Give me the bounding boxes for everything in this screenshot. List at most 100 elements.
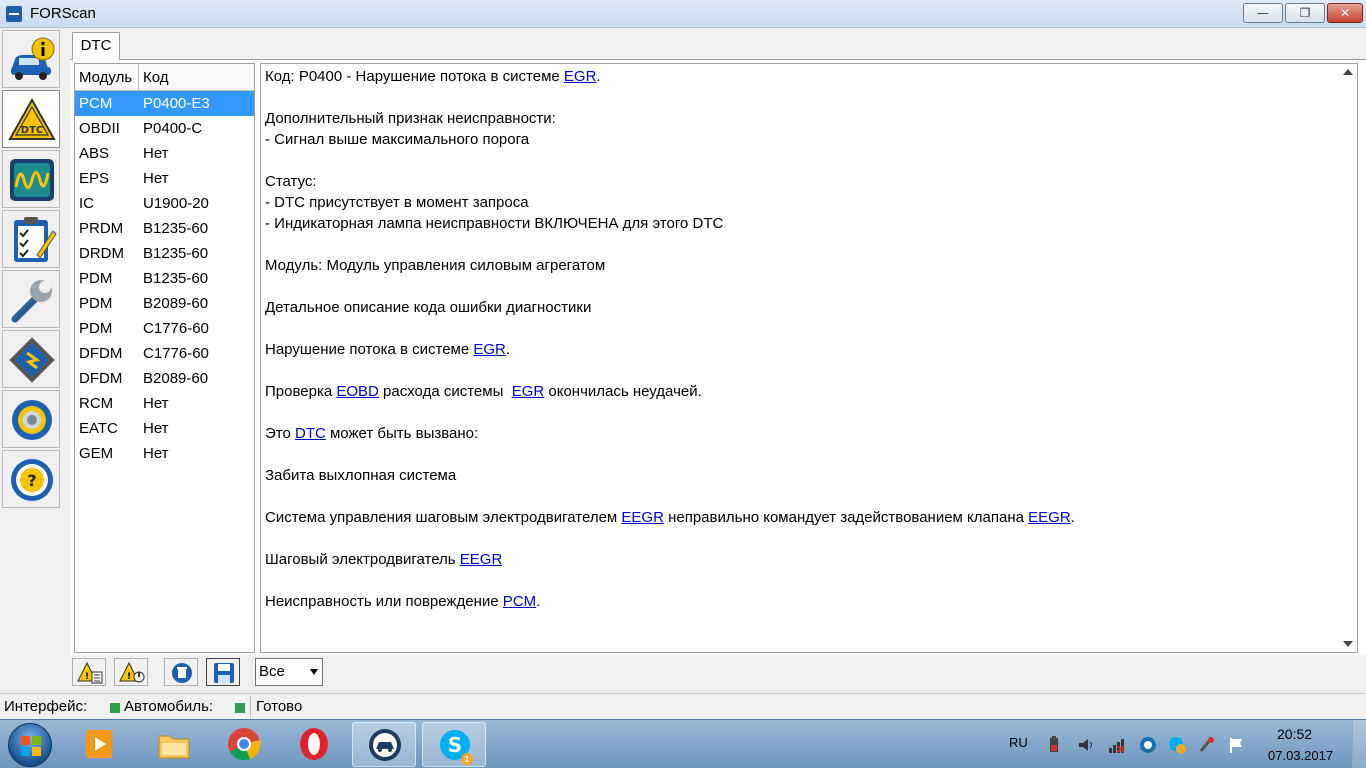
close-button[interactable]: ✕ xyxy=(1327,3,1363,23)
action-center-flag-icon[interactable] xyxy=(1228,736,1246,754)
dtc-table-row[interactable]: OBDII P0400-C xyxy=(75,116,254,141)
eegr-link[interactable]: EEGR xyxy=(1028,509,1071,526)
dtc-table-row[interactable]: DFDM B2089-60 xyxy=(75,366,254,391)
battery-icon[interactable] xyxy=(1045,736,1063,754)
maximize-button[interactable]: ❐ xyxy=(1285,3,1325,23)
egr-link[interactable]: EGR xyxy=(512,383,545,400)
volume-icon[interactable] xyxy=(1077,736,1095,754)
dtc-table-row[interactable]: DFDM C1776-60 xyxy=(75,341,254,366)
taskbar-media-player[interactable] xyxy=(68,722,132,767)
dtc-detail-pane: Код: P0400 - Нарушение потока в системе … xyxy=(260,63,1358,653)
dtc-table-row[interactable]: PDM B1235-60 xyxy=(75,266,254,291)
dtc-table-row[interactable]: IC U1900-20 xyxy=(75,191,254,216)
detail-text: . xyxy=(505,341,511,358)
dtc-table-header: Модуль Код xyxy=(75,64,254,91)
taskbar-file-explorer[interactable] xyxy=(142,722,206,767)
taskbar-chrome[interactable] xyxy=(212,722,276,767)
tab-dtc[interactable]: DTC xyxy=(72,32,120,60)
clear-dtc-button[interactable]: ! xyxy=(114,658,148,686)
column-header-code[interactable]: Код xyxy=(139,64,169,90)
vertical-scrollbar[interactable] xyxy=(1340,64,1357,652)
dtc-table-row[interactable]: PCM P0400-E3 xyxy=(75,91,254,116)
svg-text:!: ! xyxy=(85,672,89,682)
dtc-table-row[interactable]: ABS Нет xyxy=(75,141,254,166)
eegr-link[interactable]: EEGR xyxy=(621,509,664,526)
show-desktop-button[interactable] xyxy=(1352,720,1366,768)
dtc-module-cell: PCM xyxy=(79,95,113,112)
start-button[interactable] xyxy=(8,723,52,767)
dtc-module-cell: PRDM xyxy=(79,220,124,237)
dtc-table-row[interactable]: RCM Нет xyxy=(75,391,254,416)
wrench-icon xyxy=(11,280,52,323)
dtc-code-cell: Нет xyxy=(143,395,169,412)
dtc-table-row[interactable]: EPS Нет xyxy=(75,166,254,191)
delete-button[interactable] xyxy=(164,658,198,686)
svg-text:S: S xyxy=(448,733,462,757)
help-button[interactable]: ? xyxy=(2,450,60,508)
oscilloscope-icon xyxy=(10,159,54,201)
dtc-button[interactable]: DTC xyxy=(2,90,60,148)
network-icon[interactable] xyxy=(1108,736,1126,754)
dtc-table-row[interactable]: GEM Нет xyxy=(75,441,254,466)
vehicle-info-button[interactable] xyxy=(2,30,60,88)
dtc-module-cell: DFDM xyxy=(79,370,123,387)
dtc-table-row[interactable]: PRDM B1235-60 xyxy=(75,216,254,241)
eegr-link[interactable]: EEGR xyxy=(460,551,503,568)
dtc-code-cell: P0400-C xyxy=(143,120,203,137)
service-functions-button[interactable] xyxy=(2,270,60,328)
clock-date[interactable]: 07.03.2017 xyxy=(1268,748,1333,763)
settings-button[interactable] xyxy=(2,390,60,448)
detail-text: окончилась неудачей. xyxy=(544,383,702,400)
taskbar-forscan[interactable] xyxy=(352,722,416,767)
dtc-module-cell: OBDII xyxy=(79,120,120,137)
vehicle-status-led xyxy=(235,703,245,713)
dtc-table-row[interactable]: PDM C1776-60 xyxy=(75,316,254,341)
detail-text: . xyxy=(1070,509,1075,526)
column-header-module[interactable]: Модуль xyxy=(75,64,139,90)
dtc-module-cell: PDM xyxy=(79,320,113,337)
dtc-module-cell: EATC xyxy=(79,420,118,437)
dtc-table-row[interactable]: EATC Нет xyxy=(75,416,254,441)
egr-link[interactable]: EGR xyxy=(473,341,506,358)
pcm-link[interactable]: PCM xyxy=(503,593,536,610)
dtc-code-cell: C1776-60 xyxy=(143,345,209,362)
detail-text: Модуль: Модуль управления силовым агрега… xyxy=(265,257,606,274)
usb-device-icon[interactable] xyxy=(1198,736,1216,754)
dtc-module-cell: GEM xyxy=(79,445,114,462)
svg-text:DTC: DTC xyxy=(21,125,43,136)
dtc-link[interactable]: DTC xyxy=(295,425,326,442)
egr-link[interactable]: EGR xyxy=(564,68,597,85)
title-bar: FORScan — ❐ ✕ xyxy=(0,0,1366,28)
skype-tray-icon[interactable] xyxy=(1168,736,1186,754)
scroll-down-arrow-icon[interactable] xyxy=(1343,641,1353,647)
minimize-button[interactable]: — xyxy=(1243,3,1283,23)
status-divider xyxy=(250,696,251,718)
dtc-code-cell: B1235-60 xyxy=(143,245,209,262)
oscilloscope-button[interactable] xyxy=(2,150,60,208)
skype-icon: S 1 xyxy=(440,730,473,765)
save-button[interactable] xyxy=(206,658,240,686)
scroll-up-arrow-icon[interactable] xyxy=(1343,69,1353,75)
dtc-rows: PCM P0400-E3 OBDII P0400-C ABS Нет EPS Нет IC U19… xyxy=(75,91,254,466)
detail-text: - Индикаторная лампа неисправности ВКЛЮЧ… xyxy=(265,215,724,232)
forscan-icon xyxy=(369,729,401,761)
dtc-icon: DTC xyxy=(8,97,56,140)
taskbar-skype[interactable]: S 1 xyxy=(422,722,486,767)
dtc-module-cell: ABS xyxy=(79,145,110,162)
clock-time[interactable]: 20:52 xyxy=(1277,726,1312,742)
dtc-module-cell: EPS xyxy=(79,170,110,187)
security-shield-icon[interactable] xyxy=(1139,736,1157,754)
taskbar-opera[interactable] xyxy=(282,722,346,767)
language-indicator[interactable]: RU xyxy=(1009,735,1028,750)
detail-text: Система управления шаговым электродвигат… xyxy=(265,509,622,526)
detail-text: неправильно командует задействованием кл… xyxy=(663,509,1029,526)
dtc-filter-select[interactable]: Все xyxy=(255,658,323,686)
read-dtc-button[interactable]: ! xyxy=(72,658,106,686)
dtc-table-row[interactable]: PDM B2089-60 xyxy=(75,291,254,316)
configuration-button[interactable] xyxy=(2,330,60,388)
detail-text: расхода системы xyxy=(378,383,512,400)
service-checklist-button[interactable] xyxy=(2,210,60,268)
eobd-link[interactable]: EOBD xyxy=(336,383,379,400)
dtc-module-cell: IC xyxy=(79,195,94,212)
dtc-table-row[interactable]: DRDM B1235-60 xyxy=(75,241,254,266)
